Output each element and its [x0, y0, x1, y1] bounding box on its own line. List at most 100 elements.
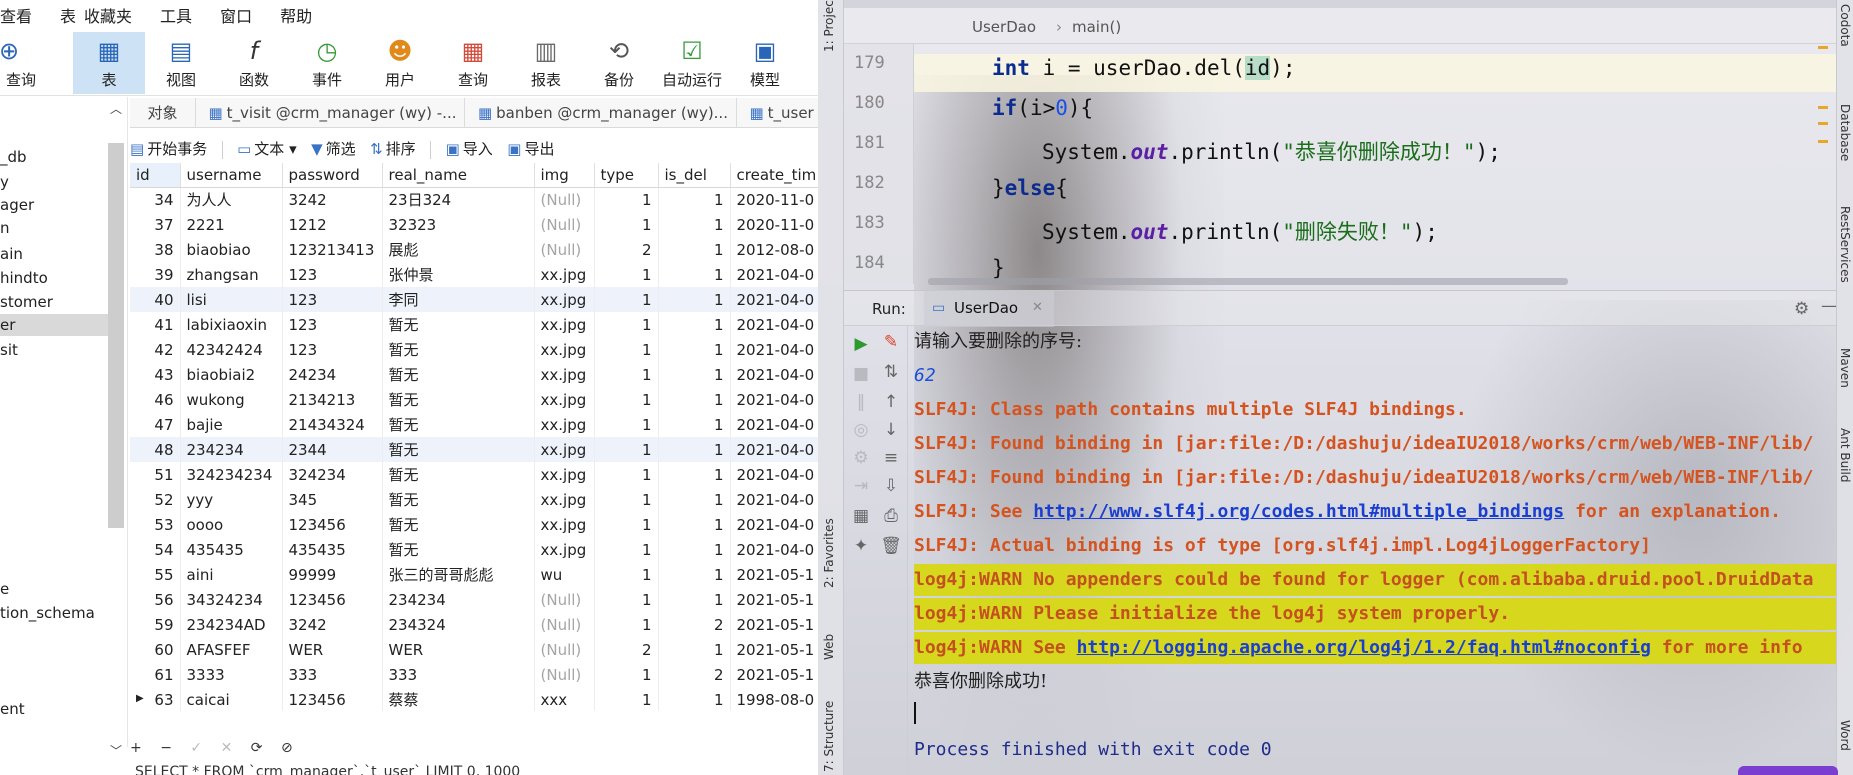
warning-marker[interactable] — [1818, 122, 1828, 125]
table-cell[interactable]: 2021-04-0 — [730, 412, 818, 437]
table-cell[interactable]: 21434324 — [282, 412, 383, 437]
table-cell[interactable]: 1 — [594, 362, 659, 387]
apply-changes-button[interactable]: ✓ — [190, 740, 202, 756]
table-row[interactable]: 46 wukong 2134213 暂无 xx.jpg 1 1 2021-04-0 — [130, 387, 818, 412]
table-cell[interactable]: 1 — [658, 187, 731, 212]
table-cell[interactable]: 1 — [658, 587, 731, 612]
scroll-down-icon[interactable]: ﹀ — [110, 742, 122, 759]
table-cell[interactable]: xx.jpg — [534, 337, 595, 362]
table-cell[interactable]: 蔡蔡 — [382, 687, 535, 711]
table-cell[interactable]: 123 — [282, 312, 383, 337]
table-cell[interactable]: 333 — [282, 662, 383, 687]
table-cell[interactable]: (Null) — [534, 237, 595, 262]
tree-item[interactable]: _db — [0, 146, 108, 168]
warning-marker[interactable] — [1818, 46, 1828, 49]
structure-tool-tab[interactable]: 7: Structure — [822, 701, 836, 772]
table-row[interactable]: 41 labixiaoxin 123 暂无 xx.jpg 1 1 2021-04-0 — [130, 312, 818, 337]
table-cell[interactable]: 2012-08-0 — [730, 237, 818, 262]
table-cell[interactable]: 2021-04-0 — [730, 312, 818, 337]
table-cell[interactable]: lisi — [180, 287, 283, 312]
table-cell[interactable]: 1998-08-0 — [730, 687, 818, 711]
codota-tool-tab[interactable]: Codota — [1838, 4, 1852, 47]
table-row[interactable]: 52 yyy 345 暂无 xx.jpg 1 1 2021-04-0 — [130, 487, 818, 512]
table-cell[interactable]: 38 — [130, 237, 181, 262]
table-cell[interactable]: 123 — [282, 337, 383, 362]
table-cell[interactable]: 1 — [594, 337, 659, 362]
sort-button[interactable]: ⇅ 排序 — [370, 136, 416, 162]
table-cell[interactable]: aini — [180, 562, 283, 587]
table-cell[interactable]: 51 — [130, 462, 181, 487]
table-cell[interactable]: 2021-05-1 — [730, 612, 818, 637]
table-cell[interactable]: xx.jpg — [534, 412, 595, 437]
tab-t-user[interactable]: ▦t_user @crm — [741, 98, 818, 127]
table-cell[interactable]: wukong — [180, 387, 283, 412]
table-row[interactable]: 38 biaobiao 123213413 展彪 (Null) 2 1 2012-08-0 — [130, 237, 818, 262]
menu-view[interactable]: 查看 — [0, 3, 32, 27]
table-cell[interactable]: 1 — [594, 462, 659, 487]
table-cell[interactable]: 23日324 — [382, 187, 535, 212]
table-cell[interactable]: 2021-04-0 — [730, 362, 818, 387]
table-cell[interactable]: 345 — [282, 487, 383, 512]
table-cell[interactable]: 123 — [282, 262, 383, 287]
table-cell[interactable]: 2 — [658, 612, 731, 637]
editor-horizontal-scrollbar[interactable] — [928, 278, 1568, 285]
table-cell[interactable]: 2021-04-0 — [730, 287, 818, 312]
table-cell[interactable]: 46 — [130, 387, 181, 412]
print-icon[interactable]: ⎙ — [876, 506, 906, 526]
table-row[interactable]: 61 3333 333 333 (Null) 1 2 2021-05-1 — [130, 662, 818, 687]
pin-icon[interactable]: ✦ — [846, 536, 876, 556]
table-cell[interactable]: 1 — [658, 212, 731, 237]
up-arrow-icon[interactable]: ↑ — [876, 392, 906, 412]
toolbar-query-button[interactable]: ⊕ 查询 — [0, 32, 42, 94]
table-cell[interactable]: 2344 — [282, 437, 383, 462]
table-row[interactable]: 54 435435 435435 暂无 xx.jpg 1 1 2021-04-0 — [130, 537, 818, 562]
down-arrow-icon[interactable]: ↓ — [876, 420, 906, 440]
table-row[interactable]: 48 234234 2344 暂无 xx.jpg 1 1 2021-04-0 — [130, 437, 818, 462]
table-cell[interactable]: 2021-04-0 — [730, 537, 818, 562]
table-cell[interactable]: 1 — [658, 637, 731, 662]
breadcrumb-method[interactable]: main() — [1072, 18, 1121, 36]
table-row[interactable]: 40 lisi 123 李同 xx.jpg 1 1 2021-04-0 — [130, 287, 818, 312]
table-cell[interactable]: (Null) — [534, 637, 595, 662]
table-row[interactable]: 51 324234234 324234 暂无 xx.jpg 1 1 2021-04-0 — [130, 462, 818, 487]
table-cell[interactable]: 99999 — [282, 562, 383, 587]
table-cell[interactable]: 1 — [594, 612, 659, 637]
table-cell[interactable]: 3242 — [282, 612, 383, 637]
tree-item[interactable]: y — [0, 171, 108, 193]
table-row[interactable]: 47 bajie 21434324 暂无 xx.jpg 1 1 2021-04-0 — [130, 412, 818, 437]
toolbar-backup-button[interactable]: ⟲ 备份 — [586, 32, 652, 94]
table-cell[interactable]: 1 — [658, 262, 731, 287]
toolbar-user-button[interactable]: ☻ 用户 — [367, 32, 433, 94]
table-cell[interactable]: 42 — [130, 337, 181, 362]
begin-transaction-button[interactable]: ▤ 开始事务 — [130, 136, 207, 162]
table-cell[interactable]: 2 — [658, 662, 731, 687]
table-cell[interactable]: 123 — [282, 287, 383, 312]
tree-item[interactable]: e — [0, 578, 108, 600]
tree-item[interactable]: hindto — [0, 267, 108, 289]
table-cell[interactable]: 1 — [658, 462, 731, 487]
scroll-up-icon[interactable]: ︿ — [110, 100, 122, 117]
table-cell[interactable]: biaobiao — [180, 237, 283, 262]
exit-icon[interactable]: ⇥ — [846, 476, 876, 496]
menu-table[interactable]: 表 — [60, 3, 76, 27]
tree-item-selected[interactable]: er — [0, 314, 108, 336]
console-output[interactable]: 请输入要删除的序号: 62 SLF4J: Class path contains… — [914, 326, 1836, 775]
table-cell[interactable]: 2021-05-1 — [730, 562, 818, 587]
table-cell[interactable]: 1 — [594, 437, 659, 462]
add-record-button[interactable]: + — [130, 740, 142, 756]
table-cell[interactable]: 56 — [130, 587, 181, 612]
table-cell[interactable]: 1 — [658, 437, 731, 462]
tree-item[interactable]: ain — [0, 243, 108, 265]
table-cell[interactable]: 60 — [130, 637, 181, 662]
table-cell[interactable]: 暂无 — [382, 462, 535, 487]
table-cell[interactable]: 59 — [130, 612, 181, 637]
table-cell[interactable]: 暂无 — [382, 337, 535, 362]
toolbar-query2-button[interactable]: ▦ 查询 — [440, 32, 506, 94]
pause-icon[interactable]: ‖ — [846, 392, 876, 412]
table-cell[interactable]: 333 — [382, 662, 535, 687]
table-cell[interactable]: zhangsan — [180, 262, 283, 287]
table-cell[interactable]: 2021-04-0 — [730, 512, 818, 537]
table-cell[interactable]: 2021-04-0 — [730, 337, 818, 362]
rest-services-tool-tab[interactable]: RestServices — [1838, 206, 1852, 283]
delete-record-button[interactable]: − — [160, 740, 172, 756]
